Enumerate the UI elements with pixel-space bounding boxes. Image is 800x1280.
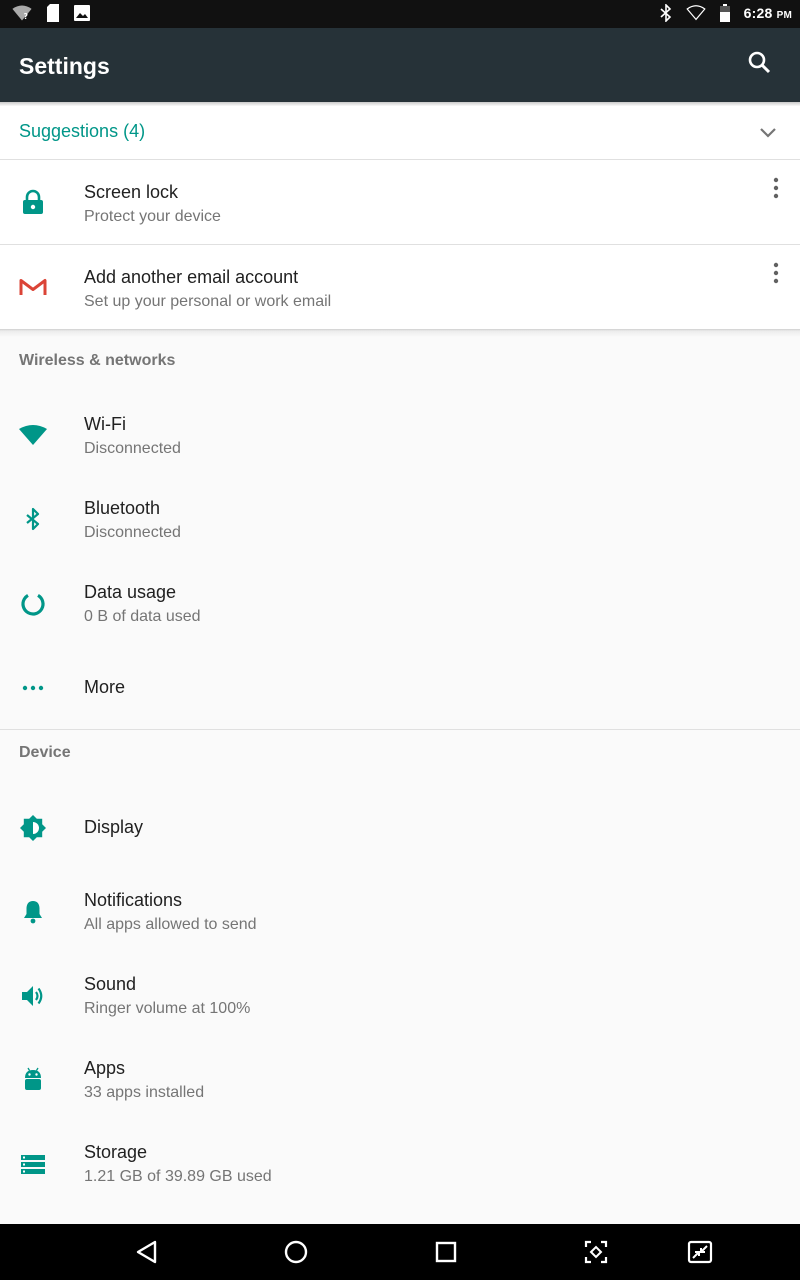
lock-icon xyxy=(19,188,47,216)
data-usage-icon xyxy=(19,590,47,618)
settings-item-title: More xyxy=(84,677,126,697)
wifi-unknown-icon: ? xyxy=(12,4,32,22)
settings-item-storage[interactable]: Storage 1.21 GB of 39.89 GB used xyxy=(0,1122,800,1206)
settings-item-notifications[interactable]: Notifications All apps allowed to send xyxy=(0,870,800,954)
settings-item-data-usage[interactable]: Data usage 0 B of data used xyxy=(0,562,800,646)
recents-button[interactable] xyxy=(432,1238,460,1266)
settings-item-display[interactable]: Display xyxy=(0,786,800,870)
search-button[interactable] xyxy=(744,47,776,79)
recents-icon xyxy=(432,1238,460,1266)
settings-item-title: Bluetooth xyxy=(84,498,161,518)
brightness-icon xyxy=(19,814,47,842)
back-button[interactable] xyxy=(133,1238,161,1266)
page-title: Settings xyxy=(19,53,110,79)
settings-item-title: Display xyxy=(84,817,144,837)
suggestions-header[interactable]: Suggestions (4) xyxy=(0,106,800,159)
window-resize-button[interactable] xyxy=(686,1238,714,1266)
wifi-icon xyxy=(19,422,47,450)
storage-icon xyxy=(19,1150,47,1178)
section-header-wireless: Wireless & networks xyxy=(19,352,176,369)
wifi-empty-icon xyxy=(685,5,706,21)
suggestion-subtitle: Protect your device xyxy=(84,208,221,225)
app-bar: Settings xyxy=(0,28,800,102)
search-icon xyxy=(744,47,776,79)
section-header-device: Device xyxy=(19,744,71,761)
home-button[interactable] xyxy=(282,1238,310,1266)
status-time: 6:28 PM xyxy=(743,5,792,21)
suggestion-screen-lock[interactable]: Screen lock Protect your device xyxy=(0,159,800,244)
sd-card-icon xyxy=(46,4,60,22)
gmail-icon xyxy=(19,273,47,301)
bluetooth-icon xyxy=(19,506,47,534)
settings-item-wifi[interactable]: Wi-Fi Disconnected xyxy=(0,394,800,478)
suggestion-subtitle: Set up your personal or work email xyxy=(84,293,332,310)
volume-icon xyxy=(19,982,47,1010)
bluetooth-status-icon xyxy=(660,4,672,22)
suggestions-divider xyxy=(0,329,800,337)
settings-item-subtitle: 1.21 GB of 39.89 GB used xyxy=(84,1168,272,1185)
section-divider xyxy=(0,729,800,730)
resize-icon xyxy=(686,1238,714,1266)
more-horiz-icon xyxy=(19,674,47,702)
settings-item-title: Storage xyxy=(84,1142,148,1162)
battery-icon xyxy=(719,4,730,22)
settings-item-subtitle: 33 apps installed xyxy=(84,1084,205,1101)
suggestion-add-email[interactable]: Add another email account Set up your pe… xyxy=(0,244,800,329)
svg-text:?: ? xyxy=(24,12,28,21)
settings-item-title: Data usage xyxy=(84,582,177,602)
navigation-bar xyxy=(0,1224,800,1280)
image-icon xyxy=(74,5,90,21)
settings-item-bluetooth[interactable]: Bluetooth Disconnected xyxy=(0,478,800,562)
suggestion-title: Add another email account xyxy=(84,267,299,287)
settings-item-subtitle: Ringer volume at 100% xyxy=(84,1000,251,1017)
settings-item-title: Apps xyxy=(84,1058,126,1078)
overflow-menu-icon[interactable] xyxy=(770,176,782,200)
screenshot-icon xyxy=(582,1238,610,1266)
settings-item-subtitle: Disconnected xyxy=(84,524,181,541)
settings-item-title: Notifications xyxy=(84,890,183,910)
status-bar: ? 6:28 PM xyxy=(0,0,800,28)
suggestions-title: Suggestions (4) xyxy=(19,121,146,141)
back-icon xyxy=(133,1238,161,1266)
settings-item-sound[interactable]: Sound Ringer volume at 100% xyxy=(0,954,800,1038)
settings-item-more[interactable]: More xyxy=(0,646,800,730)
settings-item-subtitle: Disconnected xyxy=(84,440,181,457)
bell-icon xyxy=(19,898,47,926)
settings-item-title: Sound xyxy=(84,974,137,994)
settings-item-title: Wi-Fi xyxy=(84,414,126,434)
settings-item-apps[interactable]: Apps 33 apps installed xyxy=(0,1038,800,1122)
overflow-menu-icon[interactable] xyxy=(770,261,782,285)
suggestion-title: Screen lock xyxy=(84,182,179,202)
home-icon xyxy=(282,1238,310,1266)
android-icon xyxy=(19,1066,47,1094)
screenshot-button[interactable] xyxy=(582,1238,610,1266)
settings-item-subtitle: 0 B of data used xyxy=(84,608,201,625)
chevron-down-icon[interactable] xyxy=(758,123,778,143)
settings-item-subtitle: All apps allowed to send xyxy=(84,916,257,933)
